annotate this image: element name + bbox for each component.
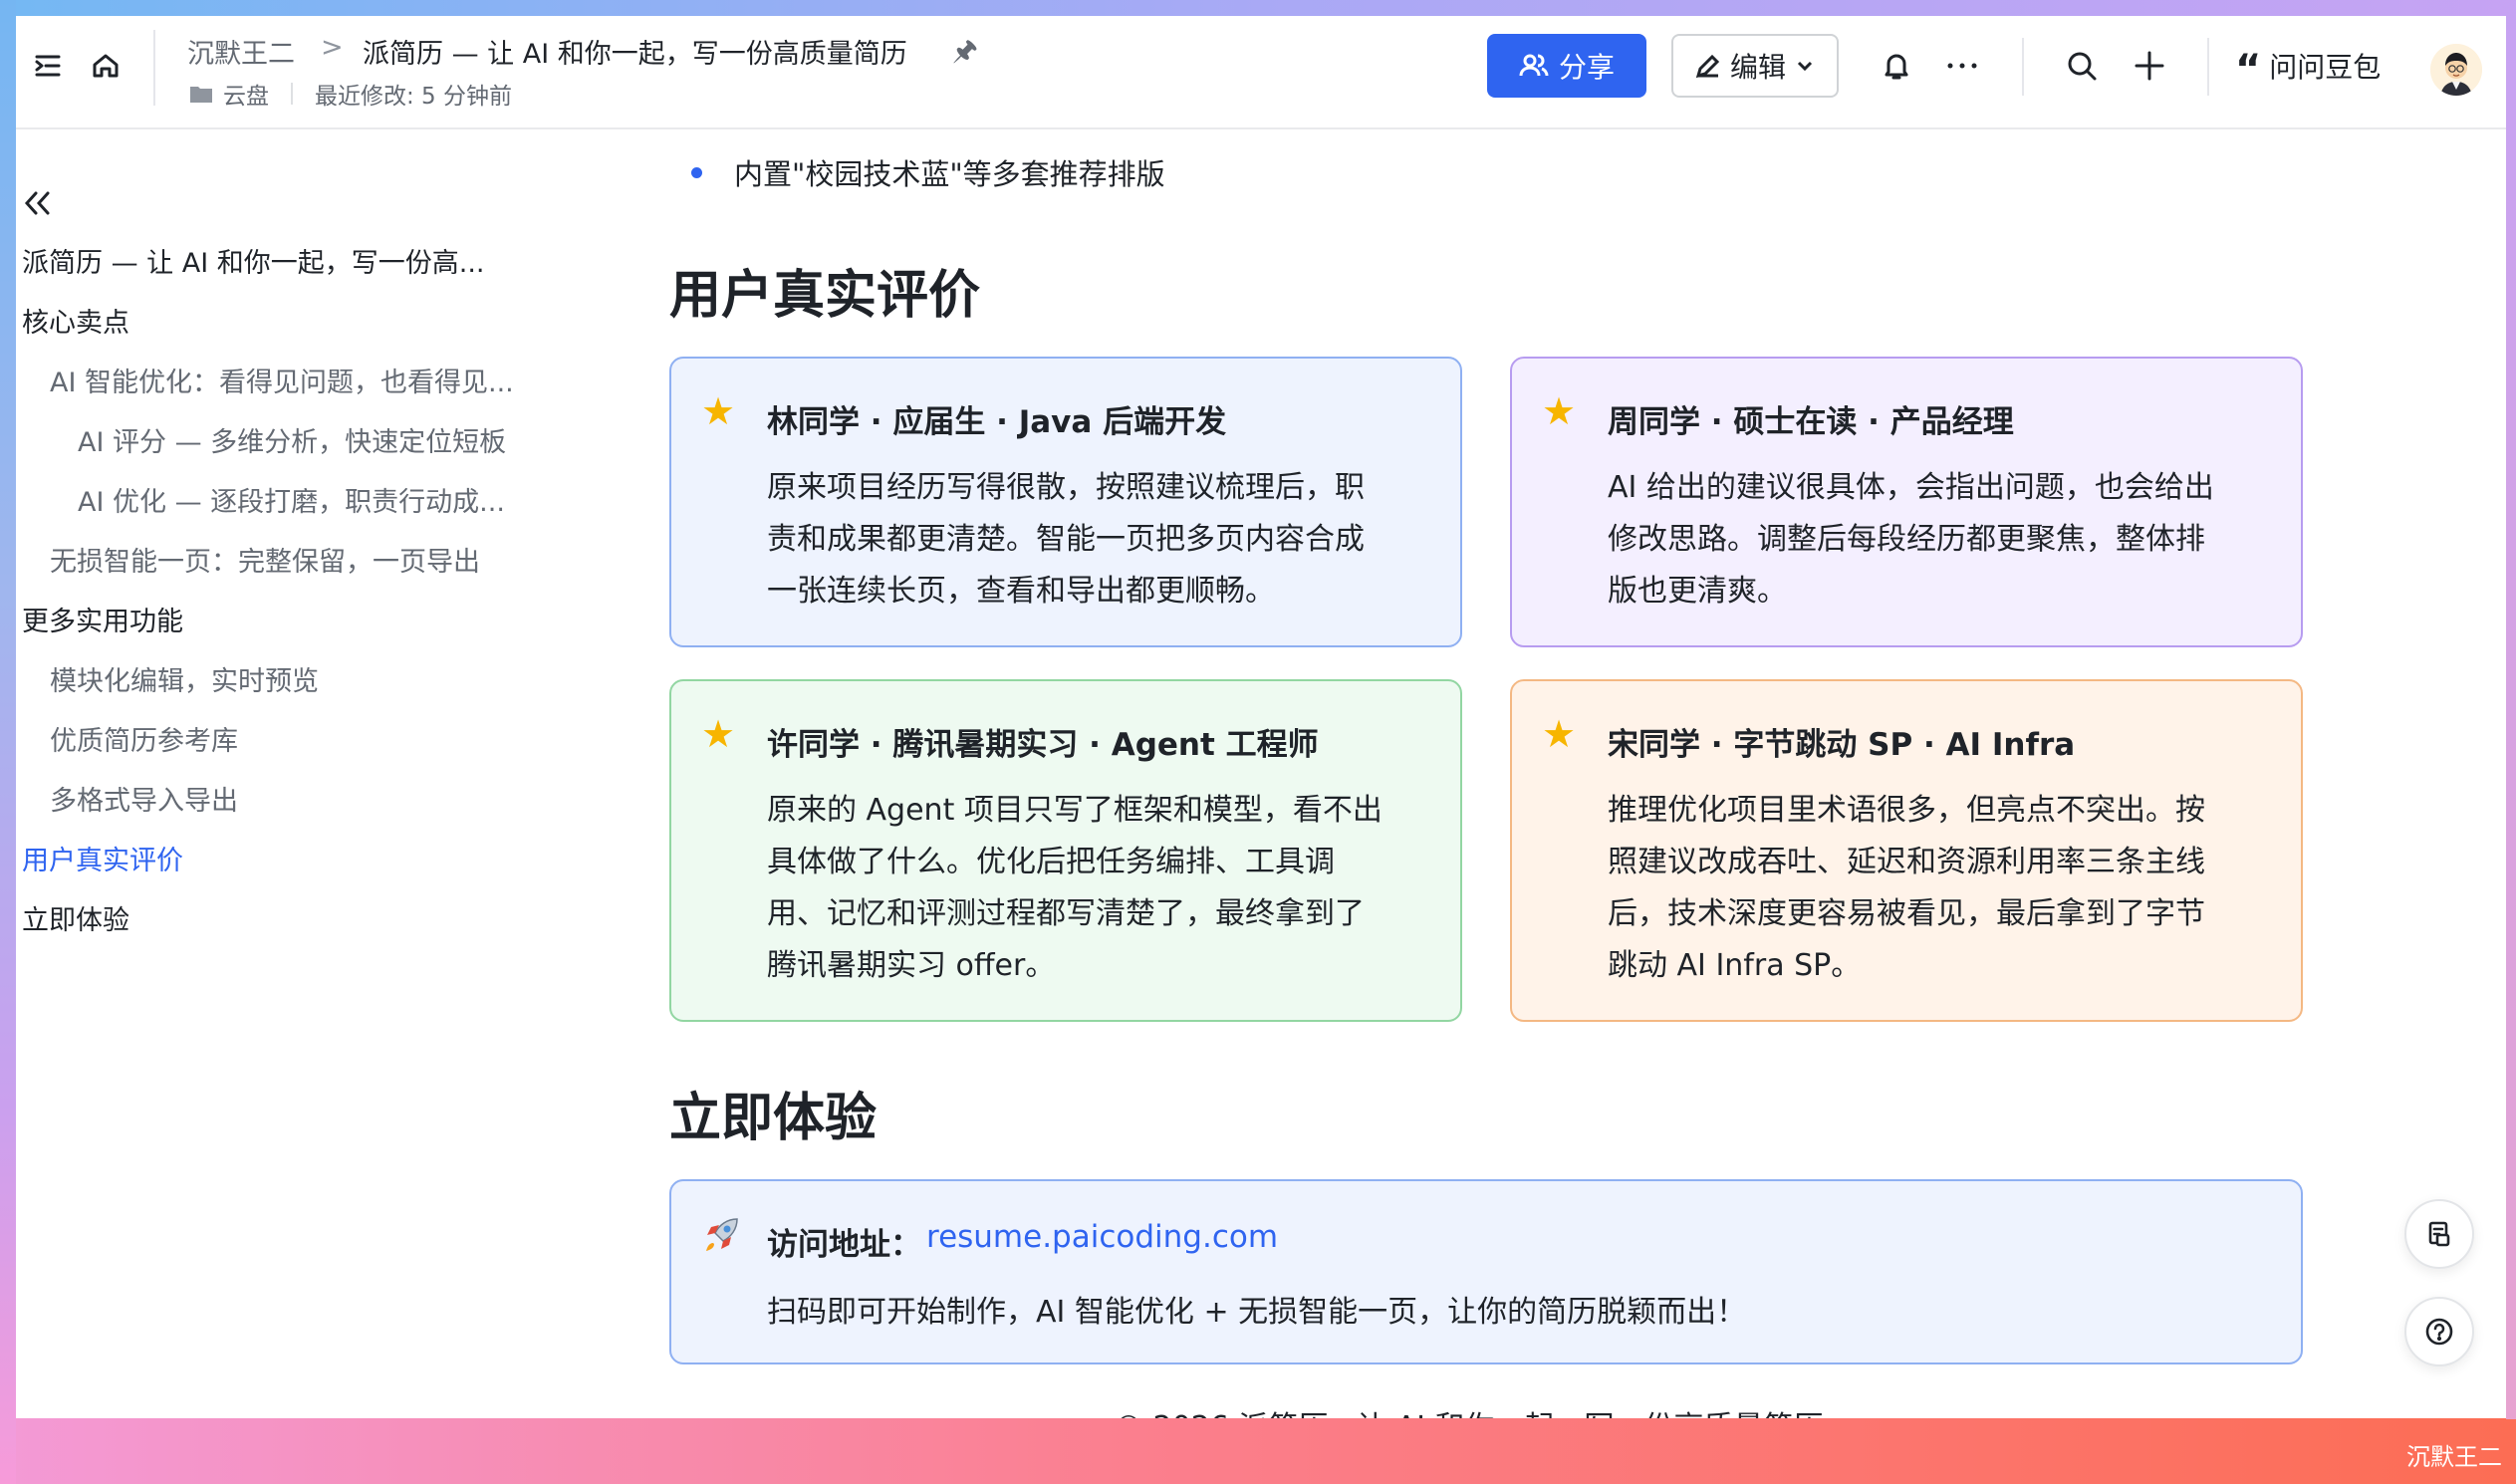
header-divider	[2207, 38, 2209, 96]
menu-toggle-icon[interactable]	[28, 46, 68, 86]
location-label[interactable]: 云盘	[223, 77, 269, 111]
edit-label: 编辑	[1729, 51, 1786, 84]
copy-icon[interactable]	[2404, 1199, 2474, 1269]
bell-icon[interactable]	[1875, 44, 1918, 88]
review-card: ★ 林同学 · 应届生 · Java 后端开发 原来项目经历写得很散，按照建议梳…	[669, 357, 1462, 647]
rocket-icon	[701, 1215, 741, 1264]
review-card: ★ 宋同学 · 字节跳动 SP · AI Infra 推理优化项目里术语很多，但…	[1510, 679, 2303, 1022]
review-text: 原来的 Agent 项目只写了框架和模型，看不出 具体做了什么。优化后把任务编排…	[767, 785, 1424, 992]
folder-icon	[190, 87, 212, 103]
visit-link[interactable]: resume.paicoding.com	[926, 1219, 1278, 1255]
avatar[interactable]	[2430, 44, 2482, 96]
review-line: 跳动 AI Infra SP。	[1608, 948, 1862, 983]
review-line: 具体做了什么。优化后把任务编排、工具调	[767, 845, 1335, 879]
ask-label: 问问豆包	[2269, 51, 2382, 84]
watermark: 沉默王二	[2406, 1443, 2502, 1471]
star-icon: ★	[1542, 389, 1577, 433]
review-text: 原来项目经历写得很散，按照建议梳理后，职 责和成果都更清楚。智能一页把多页内容合…	[767, 462, 1424, 618]
cta-label: 访问地址：	[767, 1227, 921, 1263]
list-item-text: 内置"校园技术蓝"等多套推荐排版	[734, 157, 1165, 191]
desktop-frame-left	[0, 0, 16, 1484]
header-divider	[2022, 38, 2024, 96]
search-icon[interactable]	[2060, 44, 2104, 88]
edit-mode-dropdown[interactable]: 编辑	[1671, 34, 1839, 98]
review-card: ★ 周同学 · 硕士在读 · 产品经理 AI 给出的建议很具体，会指出问题，也会…	[1510, 357, 2303, 647]
document-body: 内置"校园技术蓝"等多套推荐排版 用户真实评价 ★ 林同学 · 应届生 · Ja…	[16, 131, 2506, 1418]
quote-icon: “	[2235, 47, 2262, 93]
review-card: ★ 许同学 · 腾讯暑期实习 · Agent 工程师 原来的 Agent 项目只…	[669, 679, 1462, 1022]
share-label: 分享	[1558, 51, 1615, 84]
review-line: 照建议改成吞吐、延迟和资源利用率三条主线	[1608, 845, 2205, 879]
review-line: 修改思路。调整后每段经历都更聚焦，整体排	[1608, 522, 2205, 557]
star-icon: ★	[701, 712, 736, 756]
pin-icon[interactable]: 🖈︎	[952, 30, 978, 78]
share-button[interactable]: 分享	[1487, 34, 1646, 98]
document-title[interactable]: 派简历 — 让 AI 和你一起，写一份高质量简历	[363, 32, 907, 71]
review-text: 推理优化项目里术语很多，但亮点不突出。按 照建议改成吞吐、延迟和资源利用率三条主…	[1608, 785, 2265, 992]
section-heading-reviews: 用户真实评价	[669, 266, 981, 326]
meta-divider	[291, 83, 293, 105]
chevron-down-icon	[1797, 61, 1813, 72]
list-item: 内置"校园技术蓝"等多套推荐排版	[677, 151, 1165, 193]
review-line: 推理优化项目里术语很多，但亮点不突出。按	[1608, 793, 2205, 828]
desktop-frame-top	[0, 0, 2516, 16]
cta-text: 扫码即可开始制作，AI 智能优化 + 无损智能一页，让你的简历脱颖而出！	[767, 1295, 1747, 1330]
review-line: 版也更清爽。	[1608, 574, 1787, 609]
review-line: 腾讯暑期实习 offer。	[767, 948, 1056, 983]
review-title: 林同学 · 应届生 · Java 后端开发	[767, 404, 1227, 440]
bullet-icon	[691, 166, 702, 178]
section-heading-try-now: 立即体验	[669, 1089, 878, 1148]
users-icon	[1519, 54, 1549, 77]
app-window: 沉默王二 > 派简历 — 让 AI 和你一起，写一份高质量简历 🖈︎ 云盘 最近…	[16, 16, 2506, 1418]
callout-card: 访问地址： resume.paicoding.com 扫码即可开始制作，AI 智…	[669, 1179, 2303, 1364]
top-bar: 沉默王二 > 派简历 — 让 AI 和你一起，写一份高质量简历 🖈︎ 云盘 最近…	[16, 16, 2506, 129]
help-icon[interactable]	[2404, 1297, 2474, 1366]
review-line: 原来的 Agent 项目只写了框架和模型，看不出	[767, 793, 1383, 828]
review-title: 许同学 · 腾讯暑期实习 · Agent 工程师	[767, 727, 1319, 763]
header-divider	[153, 30, 155, 106]
review-title: 周同学 · 硕士在读 · 产品经理	[1608, 404, 2014, 440]
breadcrumb-separator: >	[321, 32, 344, 63]
last-modified: 最近修改: 5 分钟前	[315, 84, 513, 110]
pencil-icon	[1695, 54, 1720, 79]
desktop-frame-right	[2506, 0, 2516, 1419]
review-line: 责和成果都更清楚。智能一页把多页内容合成	[767, 522, 1365, 557]
star-icon: ★	[701, 389, 736, 433]
review-line: 后，技术深度更容易被看见，最后拿到了字节	[1608, 896, 2205, 931]
breadcrumb-root[interactable]: 沉默王二	[187, 32, 295, 71]
more-icon[interactable]	[1940, 44, 1984, 88]
review-line: 原来项目经历写得很散，按照建议梳理后，职	[767, 470, 1365, 505]
review-line: 一张连续长页，查看和导出都更顺畅。	[767, 574, 1275, 609]
ask-doubao-button[interactable]: “ 问问豆包	[2235, 46, 2382, 90]
plus-icon[interactable]	[2128, 44, 2171, 88]
star-icon: ★	[1542, 712, 1577, 756]
review-text: AI 给出的建议很具体，会指出问题，也会给出 修改思路。调整后每段经历都更聚焦，…	[1608, 462, 2265, 618]
footer-text: © 2026 派简历 · 让 AI 和你一起，写一份高质量简历	[1114, 1402, 1823, 1418]
home-icon[interactable]	[86, 46, 126, 86]
review-line: 用、记忆和评测过程都写清楚了，最终拿到了	[767, 896, 1365, 931]
document-meta: 云盘 最近修改: 5 分钟前	[189, 78, 512, 110]
review-line: AI 给出的建议很具体，会指出问题，也会给出	[1608, 470, 2214, 505]
review-title: 宋同学 · 字节跳动 SP · AI Infra	[1608, 727, 2076, 763]
